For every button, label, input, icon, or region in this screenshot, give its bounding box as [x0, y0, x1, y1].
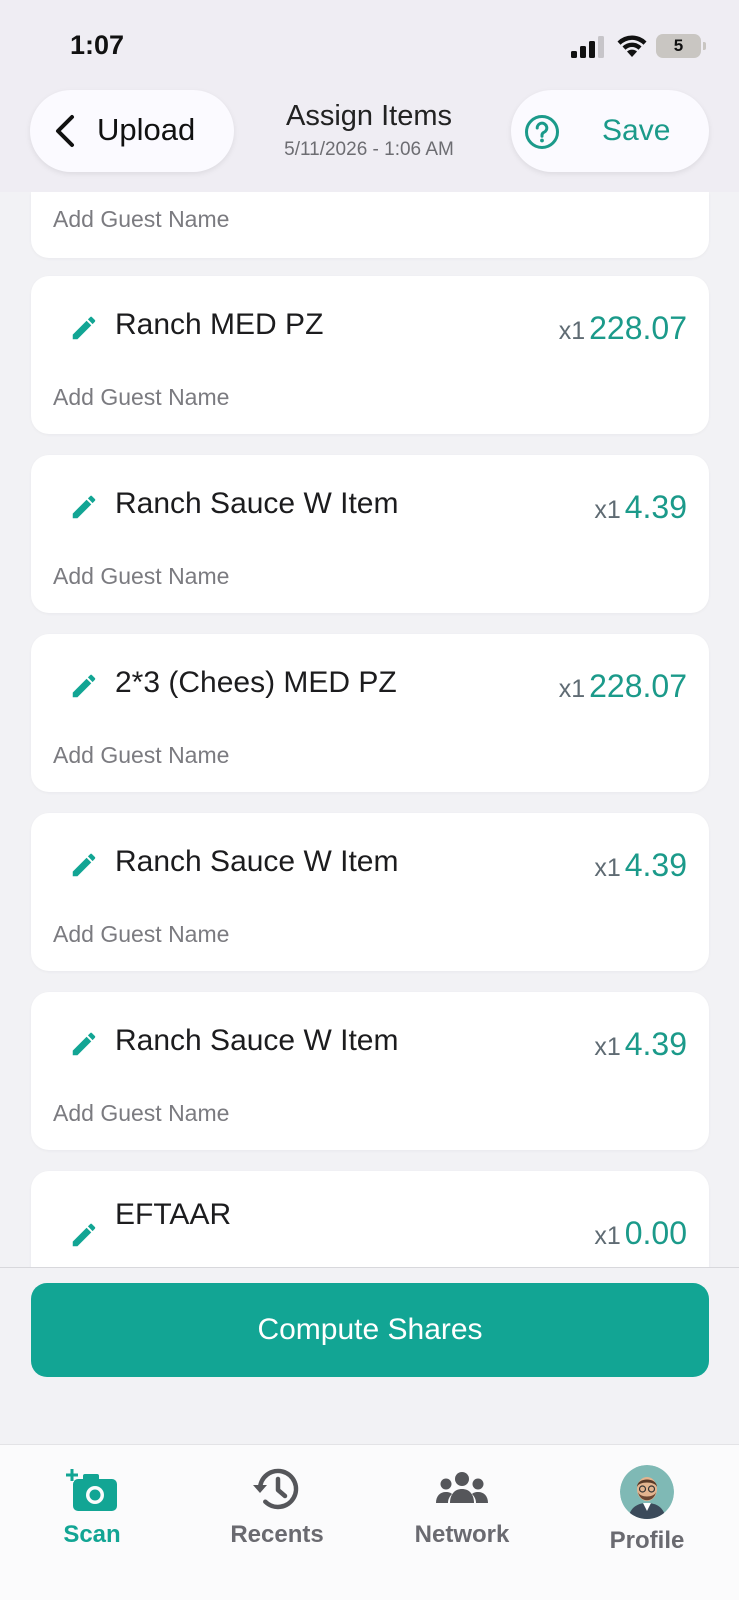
item-amount: x1 4.39 — [594, 847, 687, 884]
tab-profile-label: Profile — [609, 1527, 685, 1554]
navigation-header: Upload Assign Items 5/11/2026 - 1:06 AM … — [0, 80, 739, 192]
item-name: 2*3 (Chees) MED PZ — [115, 666, 397, 699]
item-card: 2*3 (Chees) MED PZ x1 228.07 Add Guest Na… — [31, 634, 709, 792]
help-icon[interactable] — [524, 114, 560, 150]
item-amount: x1 4.39 — [594, 489, 687, 526]
tab-profile[interactable]: Profile — [572, 1465, 722, 1555]
pencil-icon[interactable] — [69, 671, 99, 701]
item-name: Ranch Sauce W Item — [115, 1024, 399, 1057]
avatar — [620, 1465, 674, 1519]
save-button[interactable]: Save — [602, 114, 670, 148]
back-button-label: Upload — [97, 112, 196, 147]
status-time: 1:07 — [70, 30, 125, 60]
item-price: 228.07 — [589, 668, 687, 704]
item-list: Add Guest Name Ranch MED PZ x1 228.07 Add… — [0, 192, 739, 1267]
item-price: 4.39 — [624, 1026, 687, 1062]
pencil-icon[interactable] — [69, 1220, 99, 1250]
guest-name-input[interactable]: Add Guest Name — [53, 563, 229, 590]
pencil-icon[interactable] — [69, 313, 99, 343]
item-amount: x1 4.39 — [594, 1026, 687, 1063]
item-price: 4.39 — [624, 847, 687, 883]
guest-name-input[interactable]: Add Guest Name — [53, 384, 229, 411]
item-quantity: x1 — [594, 1222, 621, 1250]
compute-shares-button[interactable]: Compute Shares — [31, 1283, 709, 1377]
header-title-block: Assign Items 5/11/2026 - 1:06 AM — [238, 100, 500, 161]
item-amount: x1 228.07 — [559, 310, 687, 347]
page-subtitle: 5/11/2026 - 1:06 AM — [284, 139, 454, 160]
signal-icon — [571, 36, 604, 58]
item-name: Ranch Sauce W Item — [115, 845, 399, 878]
tab-scan[interactable]: Scan — [17, 1465, 167, 1549]
item-price: 228.07 — [589, 310, 687, 346]
item-quantity: x1 — [594, 854, 621, 882]
item-name: EFTAAR — [115, 1198, 232, 1231]
chevron-left-icon — [56, 115, 74, 147]
item-name: Ranch Sauce W Item — [115, 487, 399, 520]
item-price: 0.00 — [624, 1215, 687, 1251]
tab-scan-label: Scan — [63, 1521, 121, 1548]
item-quantity: x1 — [594, 496, 621, 524]
save-actions: Save — [511, 90, 709, 172]
history-icon — [253, 1468, 299, 1510]
item-name: Ranch MED PZ — [115, 308, 324, 341]
item-card: Ranch Sauce W Item x1 4.39 Add Guest Name — [31, 813, 709, 971]
tab-recents-label: Recents — [230, 1521, 324, 1548]
tab-network[interactable]: Network — [387, 1465, 537, 1549]
guest-name-input[interactable]: Add Guest Name — [53, 206, 229, 233]
item-card: Ranch Sauce W Item x1 4.39 Add Guest Name — [31, 455, 709, 613]
item-card: EFTAAR x1 0.00 — [31, 1171, 709, 1267]
item-quantity: x1 — [558, 317, 586, 345]
wifi-icon — [617, 35, 647, 57]
item-quantity: x1 — [558, 675, 586, 703]
page-title: Assign Items — [286, 100, 452, 132]
tab-bar: Scan Recents Network Profile — [0, 1444, 739, 1600]
guest-name-input[interactable]: Add Guest Name — [53, 1100, 229, 1127]
divider — [0, 1267, 739, 1268]
item-card: Ranch MED PZ x1 228.07 Add Guest Name — [31, 276, 709, 434]
item-quantity: x1 — [594, 1033, 621, 1061]
status-bar: 1:07 5 — [0, 0, 739, 90]
pencil-icon[interactable] — [69, 850, 99, 880]
pencil-icon[interactable] — [69, 1029, 99, 1059]
item-amount: x1 0.00 — [594, 1215, 687, 1252]
pencil-icon[interactable] — [69, 492, 99, 522]
tab-recents[interactable]: Recents — [202, 1465, 352, 1549]
people-icon — [436, 1472, 488, 1503]
battery-indicator: 5 — [656, 34, 706, 58]
camera-plus-icon — [65, 1468, 117, 1511]
item-card: Ranch Sauce W Item x1 4.39 Add Guest Name — [31, 992, 709, 1150]
back-button[interactable]: Upload — [30, 90, 234, 172]
item-amount: x1 228.07 — [559, 668, 687, 705]
guest-name-input[interactable]: Add Guest Name — [53, 742, 229, 769]
tab-network-label: Network — [414, 1521, 510, 1548]
item-price: 4.39 — [624, 489, 687, 525]
item-card: Add Guest Name — [31, 192, 709, 258]
guest-name-input[interactable]: Add Guest Name — [53, 921, 229, 948]
